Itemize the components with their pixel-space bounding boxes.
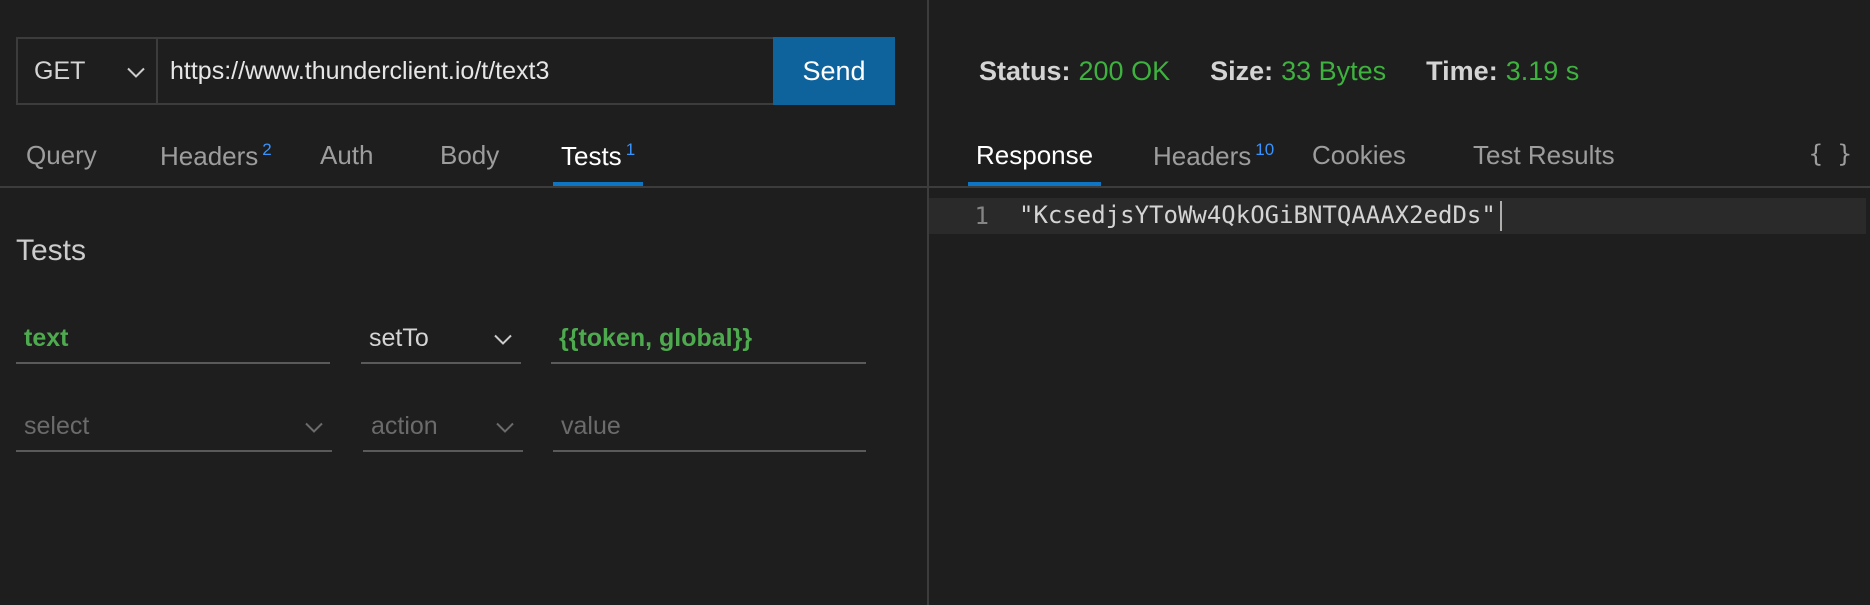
thunder-client-window: GET Send Query Headers2 Auth Body Tests1… [0, 0, 1870, 605]
tab-headers[interactable]: Headers 2 [152, 130, 280, 186]
tab-label: Headers [1153, 141, 1252, 171]
line-number: 1 [974, 202, 989, 230]
chevron-down-icon [493, 324, 513, 353]
time-label: Time: [1426, 56, 1498, 86]
time-value: 3.19 s [1505, 56, 1580, 86]
tab-test-results[interactable]: Test Results [1465, 130, 1623, 186]
value-placeholder: value [561, 411, 621, 440]
tab-query[interactable]: Query [18, 130, 105, 186]
tab-label: Test Results [1473, 140, 1615, 170]
url-input[interactable] [158, 39, 773, 103]
tab-body[interactable]: Body [432, 130, 507, 186]
tab-label: Tests [561, 141, 622, 171]
tests-title: Tests [16, 234, 87, 267]
test-select-dropdown[interactable]: select [16, 402, 332, 452]
tab-response-headers[interactable]: Headers 10 [1145, 130, 1282, 186]
method-select[interactable]: GET [18, 39, 158, 103]
tab-badge: 10 [1255, 140, 1275, 159]
test-value: {{token, global}} [559, 323, 753, 352]
tab-label: Query [26, 140, 97, 170]
tab-cookies[interactable]: Cookies [1304, 130, 1414, 186]
tab-divider [929, 186, 1870, 188]
tab-label: Headers [160, 141, 259, 171]
test-value-input[interactable]: value [553, 402, 866, 452]
method-label: GET [34, 56, 86, 85]
tab-label: Body [440, 140, 500, 170]
tab-label: Cookies [1312, 140, 1406, 170]
tab-tests[interactable]: Tests 1 [553, 130, 644, 186]
tab-label: Auth [320, 140, 374, 170]
test-action-value: setTo [369, 323, 429, 352]
size-label: Size: [1210, 56, 1274, 86]
select-placeholder: select [24, 411, 90, 440]
response-stats: Status: 200 OK Size: 33 Bytes Time: 3.19… [979, 56, 1619, 87]
size-value: 33 Bytes [1281, 56, 1387, 86]
text-cursor [1499, 201, 1502, 231]
test-select-field[interactable]: text [16, 314, 330, 364]
tab-divider [0, 186, 927, 188]
tab-label: Response [976, 140, 1094, 170]
test-select-value: text [24, 323, 69, 352]
chevron-down-icon [304, 412, 324, 441]
tab-badge: 2 [262, 140, 272, 159]
response-content: "KcsedjsYToWw4QkOGiBNTQAAAX2edDs" [1019, 201, 1496, 229]
response-body-text: "KcsedjsYToWw4QkOGiBNTQAAAX2edDs" [1019, 201, 1502, 231]
response-body-line[interactable]: 1 "KcsedjsYToWw4QkOGiBNTQAAAX2edDs" [929, 198, 1866, 234]
test-action-dropdown[interactable]: action [363, 402, 523, 452]
request-pane: GET Send Query Headers2 Auth Body Tests1… [0, 0, 927, 605]
test-value-field[interactable]: {{token, global}} [551, 314, 866, 364]
request-bar: GET Send [16, 37, 895, 105]
tab-auth[interactable]: Auth [312, 130, 382, 186]
response-pane: Status: 200 OK Size: 33 Bytes Time: 3.19… [929, 0, 1870, 605]
format-toggle-button[interactable]: { } [1809, 140, 1852, 168]
status-label: Status: [979, 56, 1071, 86]
chevron-down-icon [495, 412, 515, 441]
status-value: 200 OK [1078, 56, 1171, 86]
chevron-down-icon [126, 57, 146, 86]
tab-badge: 1 [625, 140, 636, 159]
action-placeholder: action [371, 411, 438, 440]
send-button[interactable]: Send [773, 37, 895, 105]
tab-response[interactable]: Response [968, 130, 1102, 186]
test-action-select[interactable]: setTo [361, 314, 521, 364]
